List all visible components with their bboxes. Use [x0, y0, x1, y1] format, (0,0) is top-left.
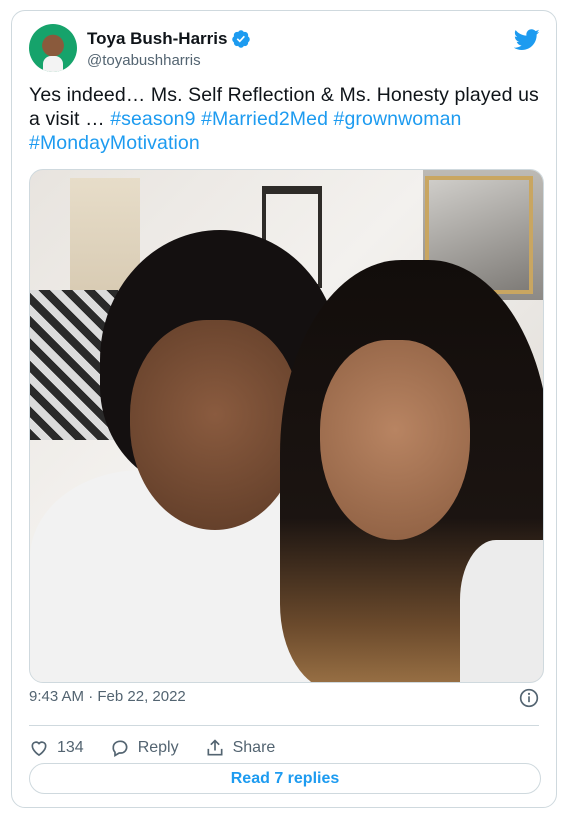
hashtag-link[interactable]: #Married2Med: [201, 108, 328, 130]
tweet-timestamp[interactable]: 9:43 AM · Feb 22, 2022: [29, 688, 186, 705]
share-label: Share: [232, 739, 276, 756]
author-name-row: Toya Bush-Harris: [87, 29, 251, 49]
photo-person-left-face: [130, 320, 300, 530]
photo-person-right-face: [320, 340, 470, 540]
share-upload-icon: [207, 739, 223, 756]
author-avatar[interactable]: [29, 24, 77, 72]
tweet-actions: 134 Reply Share: [29, 731, 301, 765]
tweet-text: Yes indeed… Ms. Self Reflection & Ms. Ho…: [29, 83, 544, 155]
verified-badge-icon: [232, 30, 251, 48]
hashtag-link[interactable]: #grownwoman: [334, 108, 462, 130]
tweet-card[interactable]: Toya Bush-Harris @toyabushharris Yes ind…: [11, 10, 557, 808]
reply-label: Reply: [137, 739, 179, 756]
author-handle[interactable]: @toyabushharris: [87, 52, 201, 69]
speech-bubble-icon: [112, 740, 128, 757]
twitter-bird-icon[interactable]: [514, 29, 540, 51]
info-icon[interactable]: [519, 688, 539, 708]
hashtag-link[interactable]: #MondayMotivation: [29, 132, 200, 154]
divider: [29, 725, 539, 726]
like-count: 134: [57, 739, 84, 756]
heart-icon: [31, 741, 47, 757]
tweet-photo[interactable]: [29, 169, 544, 683]
hashtag-link[interactable]: #season9: [110, 108, 195, 130]
reply-button[interactable]: Reply: [110, 738, 179, 758]
like-button[interactable]: 134: [29, 738, 84, 758]
photo-person-right-shirt: [460, 540, 543, 682]
author-name[interactable]: Toya Bush-Harris: [87, 29, 227, 49]
read-replies-button[interactable]: Read 7 replies: [29, 763, 541, 794]
share-button[interactable]: Share: [205, 738, 276, 758]
avatar-figure: [43, 56, 63, 72]
